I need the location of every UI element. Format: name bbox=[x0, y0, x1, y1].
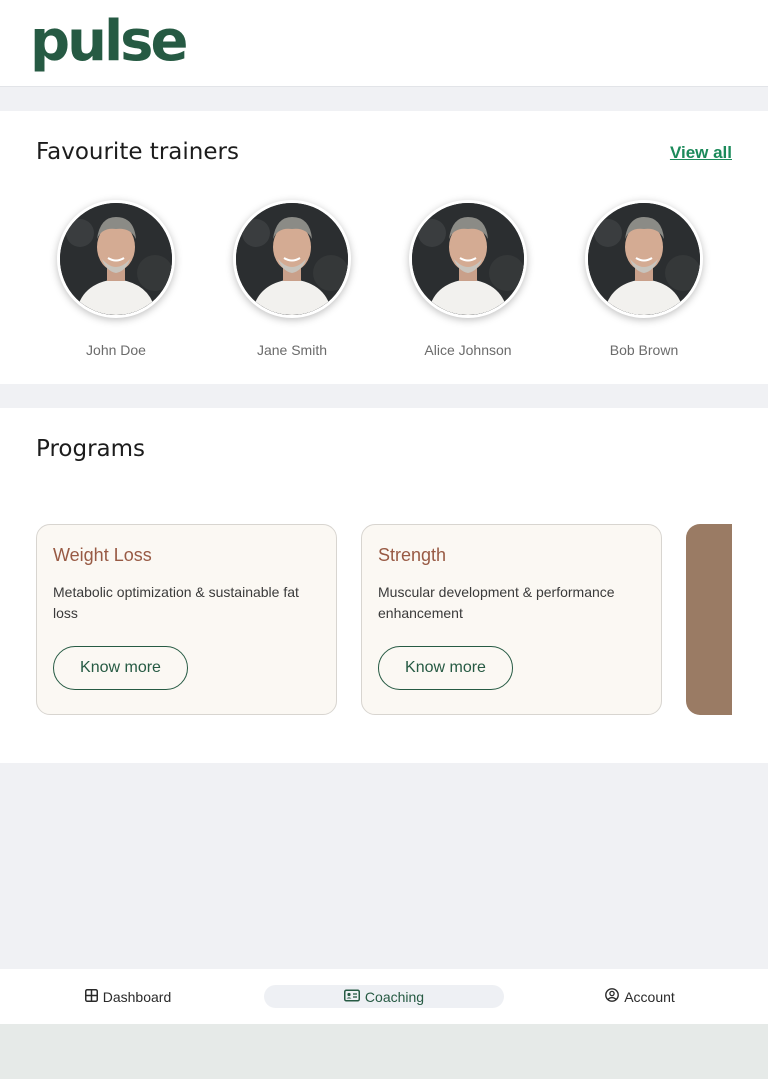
program-description: Metabolic optimization & sustainable fat… bbox=[53, 584, 299, 621]
trainer-card[interactable]: John Doe bbox=[41, 200, 191, 358]
program-card[interactable]: Weight Loss Metabolic optimization & sus… bbox=[36, 524, 337, 715]
id-card-icon bbox=[343, 989, 360, 1005]
nav-label: Coaching bbox=[364, 988, 425, 1005]
trainer-avatar[interactable] bbox=[409, 200, 527, 318]
trainer-avatar[interactable] bbox=[57, 200, 175, 318]
programs-section: Programs Weight Loss Metabolic optimizat… bbox=[0, 408, 768, 763]
nav-account[interactable]: Account bbox=[542, 985, 738, 1008]
trainer-avatar[interactable] bbox=[585, 200, 703, 318]
trainer-avatar[interactable] bbox=[233, 200, 351, 318]
know-more-button[interactable]: Know more bbox=[378, 646, 513, 690]
program-title: Weight Loss bbox=[53, 545, 152, 565]
user-circle-icon bbox=[605, 988, 620, 1005]
app-header: pulse bbox=[0, 0, 768, 87]
bottom-nav: Dashboard Coaching Account bbox=[0, 969, 768, 1024]
trainer-name: Bob Brown bbox=[609, 342, 679, 358]
favourite-trainers-section: Favourite trainers View all John Doe Jan… bbox=[0, 111, 768, 384]
grid-icon bbox=[84, 988, 98, 1005]
section-title-trainers: Favourite trainers bbox=[36, 139, 239, 165]
trainer-card[interactable]: Bob Brown bbox=[569, 200, 719, 358]
trainer-name: Jane Smith bbox=[256, 342, 328, 358]
program-description: Muscular development & performance enhan… bbox=[378, 584, 615, 621]
program-card-peek[interactable] bbox=[686, 524, 732, 715]
pulse-logo[interactable]: pulse bbox=[30, 2, 188, 82]
program-card[interactable]: Strength Muscular development & performa… bbox=[361, 524, 662, 715]
trainer-card[interactable]: Alice Johnson bbox=[393, 200, 543, 358]
nav-coaching[interactable]: Coaching bbox=[264, 985, 504, 1008]
nav-label: Account bbox=[624, 988, 675, 1005]
nav-label: Dashboard bbox=[102, 988, 172, 1005]
section-title-programs: Programs bbox=[36, 436, 146, 462]
footer-band bbox=[0, 1024, 768, 1079]
nav-dashboard[interactable]: Dashboard bbox=[30, 985, 226, 1008]
know-more-button[interactable]: Know more bbox=[53, 646, 188, 690]
program-title: Strength bbox=[378, 545, 447, 565]
view-all-link[interactable]: View all bbox=[670, 143, 732, 163]
trainer-card[interactable]: Jane Smith bbox=[217, 200, 367, 358]
trainer-name: John Doe bbox=[86, 342, 146, 358]
trainer-name: Alice Johnson bbox=[424, 342, 512, 358]
